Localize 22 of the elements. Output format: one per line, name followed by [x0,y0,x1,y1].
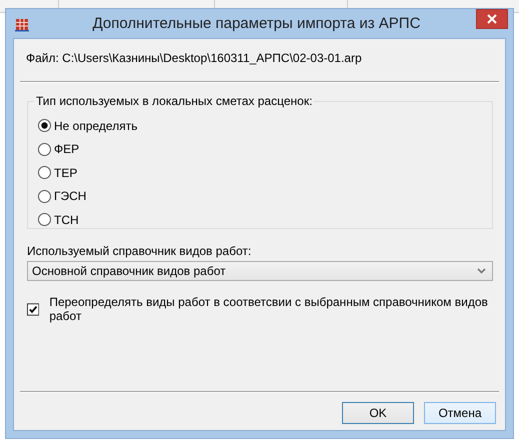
radio-button[interactable] [38,166,51,180]
file-path-label: Файл: C:\Users\Казнины\Desktop\160311_АРПС\02-03-01.arp [26,51,363,67]
radio-button[interactable] [38,119,51,132]
radio-label: ГЭСН [54,189,86,204]
radio-button[interactable] [38,213,51,226]
dialog-button[interactable]: Отмена [424,402,496,424]
group-title: Тип используемых в локальных сметах расценок: [34,94,314,108]
work-types-dropdown[interactable]: Основной справочник видов работ [27,261,493,281]
radio-button[interactable] [38,190,51,203]
radio-label: ФЕР [54,142,80,156]
window-title: Дополнительные параметры импорта из АРПС [92,15,422,32]
combo-label: Используемый справочник видов работ: [27,244,252,258]
close-icon [487,14,497,24]
dialog-button[interactable]: OK [342,402,414,424]
radio-button[interactable] [38,142,51,156]
radio-label: Не определять [54,118,138,133]
checkbox[interactable] [27,302,40,316]
close-button[interactable] [476,9,508,29]
radio-label: ТСН [54,212,79,227]
chevron-down-icon [477,268,486,274]
radio-label: ТЕР [54,166,78,180]
checkbox-label: Переопределять виды работ в соответсвии с выбранным справочником видов работ [49,295,489,323]
